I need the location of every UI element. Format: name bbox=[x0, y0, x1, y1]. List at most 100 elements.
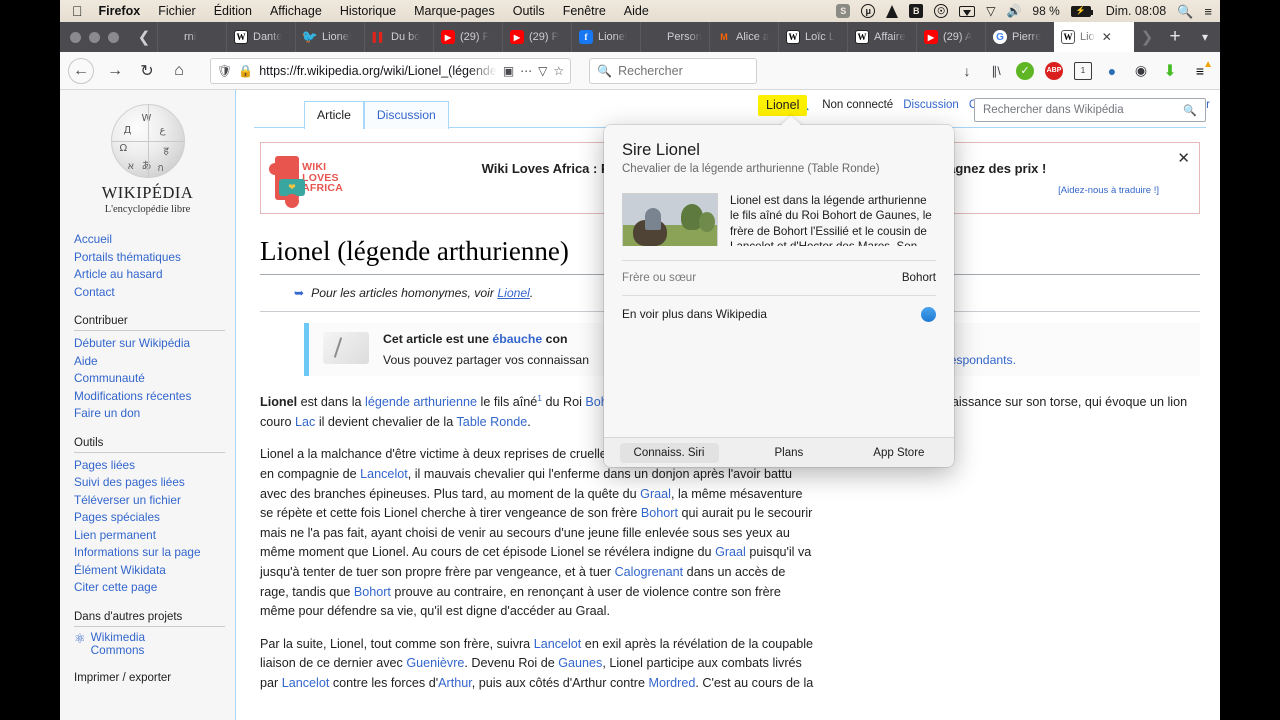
sidebar-item-pages-liees[interactable]: Pages liées bbox=[74, 457, 225, 475]
zoom-window-button[interactable] bbox=[108, 31, 119, 43]
tab-11[interactable]: ▶ (29) A bbox=[916, 22, 985, 52]
article-link[interactable]: Calogrenant bbox=[615, 565, 684, 579]
tab-9[interactable]: W Loïc L bbox=[778, 22, 847, 52]
vlc-icon[interactable] bbox=[886, 4, 899, 18]
colorzilla-icon[interactable]: ● bbox=[1103, 62, 1121, 80]
ellipsis-icon[interactable]: ⋯ bbox=[520, 64, 532, 78]
adblock-plus-icon[interactable]: ABP bbox=[1045, 61, 1063, 80]
tab-8[interactable]: M Alice a bbox=[709, 22, 778, 52]
tab-6[interactable]: f Lionel bbox=[571, 22, 640, 52]
airplay-icon[interactable] bbox=[959, 5, 976, 17]
tab-1[interactable]: W Dante bbox=[226, 22, 295, 52]
volume-icon[interactable]: 🔊 bbox=[1006, 5, 1021, 17]
minimize-window-button[interactable] bbox=[89, 31, 100, 43]
lookup-tab-siri[interactable]: Connaiss. Siri bbox=[619, 442, 719, 463]
lookup-tab-appstore[interactable]: App Store bbox=[859, 443, 938, 463]
sidebar-item-contact[interactable]: Contact bbox=[74, 284, 225, 302]
article-link[interactable]: Graal bbox=[640, 487, 671, 501]
hatnote-link[interactable]: Lionel bbox=[497, 286, 530, 300]
sidebar-item-debuter[interactable]: Débuter sur Wikipédia bbox=[74, 335, 225, 353]
article-link[interactable]: Graal bbox=[715, 545, 746, 559]
sidebar-item-lien-permanent[interactable]: Lien permanent bbox=[74, 527, 225, 545]
tab-10[interactable]: W Affaire bbox=[847, 22, 916, 52]
knight-thumbnail[interactable] bbox=[622, 193, 718, 246]
wikipedia-logo[interactable]: W Д ع Ω ह あ א ก WIKIPÉDIA L'encyclopédie… bbox=[60, 96, 235, 217]
wifi-icon[interactable]: ▽ bbox=[986, 5, 995, 17]
article-link[interactable]: Lancelot bbox=[282, 676, 330, 690]
wikipedia-search-input[interactable]: Rechercher dans Wikipédia 🔍 bbox=[974, 98, 1206, 122]
sidebar-item-modifications[interactable]: Modifications récentes bbox=[74, 388, 225, 406]
sidebar-item-article-hasard[interactable]: Article au hasard bbox=[74, 266, 225, 284]
reader-view-icon[interactable]: ▣ bbox=[503, 64, 514, 78]
back-button[interactable]: ← bbox=[68, 57, 94, 84]
article-link[interactable]: Mordred bbox=[648, 676, 695, 690]
window-traffic-lights[interactable] bbox=[60, 22, 131, 52]
home-button[interactable]: ⌂ bbox=[164, 57, 194, 85]
checkmark-addon-icon[interactable]: ✓ bbox=[1016, 61, 1034, 80]
chevron-left-icon[interactable]: ❮ bbox=[131, 22, 157, 52]
sidebar-item-aide[interactable]: Aide bbox=[74, 353, 225, 371]
stub-link-ebauche[interactable]: ébauche bbox=[492, 332, 542, 346]
article-link[interactable]: Lac bbox=[295, 415, 315, 429]
menu-item-edition[interactable]: Édition bbox=[214, 4, 252, 18]
battery-icon[interactable]: ⚡ bbox=[1070, 5, 1093, 17]
menu-item-marque-pages[interactable]: Marque-pages bbox=[414, 4, 495, 18]
sidebar-item-communaute[interactable]: Communauté bbox=[74, 370, 225, 388]
reload-button[interactable]: ↻ bbox=[132, 57, 162, 85]
notification-center-icon[interactable]: ≡ bbox=[1204, 5, 1212, 18]
lock-icon[interactable]: 🔒 bbox=[238, 64, 253, 78]
tab-0[interactable]: rni bbox=[157, 22, 226, 52]
forward-button[interactable]: → bbox=[100, 57, 130, 85]
tab-2[interactable]: 🐦 Lionel bbox=[295, 22, 364, 52]
close-icon[interactable]: ✕ bbox=[1177, 149, 1190, 167]
tab-12[interactable]: G Pierre bbox=[985, 22, 1054, 52]
sidebar-item-infos-page[interactable]: Informations sur la page bbox=[74, 544, 225, 562]
close-window-button[interactable] bbox=[70, 31, 81, 43]
article-link[interactable]: Guenièvre bbox=[406, 656, 464, 670]
search-bar[interactable]: 🔍 Rechercher bbox=[589, 57, 758, 84]
library-icon[interactable]: ∥\ bbox=[987, 62, 1005, 80]
close-icon[interactable]: ✕ bbox=[1102, 30, 1112, 44]
article-link[interactable]: Lancelot bbox=[534, 637, 582, 651]
menu-item-fenetre[interactable]: Fenêtre bbox=[563, 4, 606, 18]
article-link[interactable]: Gaunes bbox=[558, 656, 602, 670]
mu-torrent-icon[interactable]: μ bbox=[861, 4, 876, 18]
container-tabs-icon[interactable]: 1 bbox=[1074, 61, 1092, 80]
article-link[interactable]: Table Ronde bbox=[457, 415, 528, 429]
article-link[interactable]: Lancelot bbox=[360, 467, 408, 481]
sidebar-item-pages-speciales[interactable]: Pages spéciales bbox=[74, 509, 225, 527]
shield-icon[interactable]: 🛡 bbox=[217, 64, 232, 78]
article-link[interactable]: Arthur bbox=[438, 676, 472, 690]
chevron-down-icon[interactable]: ▾ bbox=[1190, 22, 1220, 52]
menu-hamburger-icon[interactable]: ≡ ▲ bbox=[1190, 59, 1213, 81]
sidebar-item-citer[interactable]: Citer cette page bbox=[74, 579, 225, 597]
sidebar-item-suivi-pages[interactable]: Suivi des pages liées bbox=[74, 474, 225, 492]
tab-13-active[interactable]: W Lio ✕ bbox=[1054, 22, 1134, 52]
menu-item-aide[interactable]: Aide bbox=[624, 4, 649, 18]
sidebar-item-commons[interactable]: ⚛ Wikimedia Commons bbox=[74, 630, 225, 658]
sidebar-item-televerser[interactable]: Téléverser un fichier bbox=[74, 492, 225, 510]
article-link[interactable]: Bohort bbox=[641, 506, 678, 520]
skype-icon[interactable]: S bbox=[836, 4, 851, 18]
new-tab-button[interactable]: + bbox=[1160, 22, 1190, 52]
sidebar-item-accueil[interactable]: Accueil bbox=[74, 231, 225, 249]
tab-4[interactable]: ▶ (29) F bbox=[433, 22, 502, 52]
spotlight-search-icon[interactable]: 🔍 bbox=[1177, 5, 1193, 18]
tab-3[interactable]: ▌▌ Du bo bbox=[364, 22, 433, 52]
pocket-icon[interactable]: ▽ bbox=[538, 64, 547, 78]
text-selection-highlight[interactable]: Lionel bbox=[758, 95, 808, 116]
lookup-tab-plans[interactable]: Plans bbox=[761, 443, 818, 463]
lookup-more-link[interactable]: En voir plus dans Wikipedia bbox=[604, 296, 954, 333]
sidebar-item-portails[interactable]: Portails thématiques bbox=[74, 249, 225, 267]
banner-translate-link[interactable]: [Aidez-nous à traduire !] bbox=[1058, 185, 1159, 196]
menu-item-fichier[interactable]: Fichier bbox=[158, 4, 196, 18]
tab-5[interactable]: ▶ (29) P bbox=[502, 22, 571, 52]
menu-item-firefox[interactable]: Firefox bbox=[99, 4, 141, 18]
clock[interactable]: Dim. 08:08 bbox=[1106, 5, 1166, 18]
video-downloader-icon[interactable]: ⬇ bbox=[1161, 62, 1179, 80]
search-icon[interactable]: 🔍 bbox=[1183, 104, 1197, 117]
downloads-icon[interactable]: ↓ bbox=[958, 62, 976, 80]
address-bar[interactable]: 🛡 🔒 https://fr.wikipedia.org/wiki/Lionel… bbox=[210, 57, 572, 84]
tab-discussion[interactable]: Discussion bbox=[363, 101, 449, 129]
chevron-right-icon[interactable]: ❯ bbox=[1134, 22, 1160, 52]
